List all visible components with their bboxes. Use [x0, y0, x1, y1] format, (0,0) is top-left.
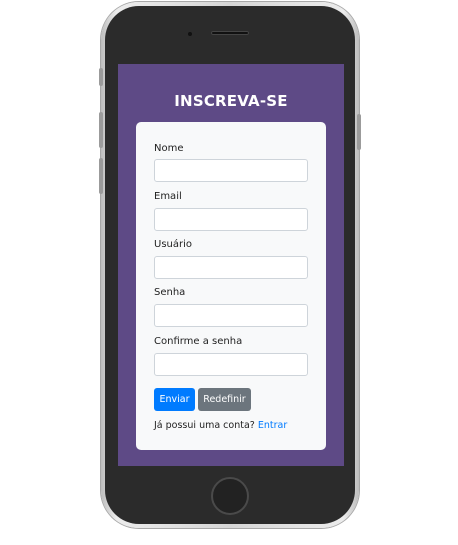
login-prompt-text: Já possui uma conta? — [154, 420, 255, 431]
mute-switch — [99, 68, 103, 86]
home-button — [211, 477, 249, 515]
password-field[interactable] — [154, 304, 308, 327]
login-prompt-line: Já possui uma conta? Entrar — [154, 420, 287, 431]
name-field[interactable] — [154, 159, 308, 182]
front-camera — [188, 32, 192, 36]
signup-card: Nome Email Usuário Senha Confirme a senh… — [136, 122, 326, 450]
reset-button[interactable]: Redefinir — [198, 388, 251, 411]
login-link[interactable]: Entrar — [258, 420, 287, 431]
phone-screen: INSCREVA-SE Nome Email Usuário Senha Con… — [118, 64, 344, 466]
volume-up-button — [99, 112, 103, 148]
power-button — [357, 114, 361, 150]
username-label: Usuário — [154, 239, 193, 250]
confirm-password-field[interactable] — [154, 353, 308, 376]
submit-button[interactable]: Enviar — [154, 388, 195, 411]
name-label: Nome — [154, 143, 184, 154]
volume-down-button — [99, 158, 103, 194]
page-title: INSCREVA-SE — [174, 92, 288, 110]
earpiece-speaker — [211, 31, 249, 35]
email-field[interactable] — [154, 208, 308, 231]
username-field[interactable] — [154, 256, 308, 279]
email-label: Email — [154, 191, 182, 202]
password-label: Senha — [154, 287, 186, 298]
confirm-password-label: Confirme a senha — [154, 336, 243, 347]
